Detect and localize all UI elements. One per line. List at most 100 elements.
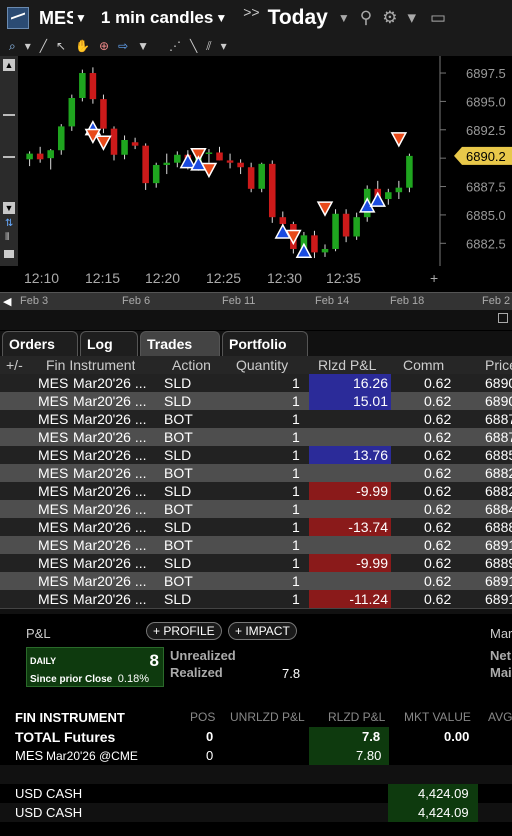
search-icon[interactable]: ⚲: [360, 8, 372, 28]
col-action[interactable]: Action: [172, 357, 211, 373]
mes-position-row[interactable]: MES Mar20'26 @CME 0 7.80: [0, 746, 512, 765]
table-row[interactable]: 13.76 MESMar20'26 ... SLD 1 0.62 6885: [0, 446, 512, 464]
candle-body[interactable]: [36, 153, 44, 160]
tab-trades[interactable]: Trades: [140, 331, 220, 356]
hdr-avg[interactable]: AVG: [488, 710, 512, 724]
tab-portfolio[interactable]: Portfolio: [222, 331, 308, 356]
candle-body[interactable]: [205, 152, 213, 154]
candlestick-chart[interactable]: 6897.56895.06892.56890.06887.56885.06882…: [18, 56, 512, 266]
time-axis-end-icon[interactable]: +: [430, 270, 438, 286]
candle-body[interactable]: [68, 98, 76, 127]
more-dropdown-icon[interactable]: ▼: [137, 39, 149, 53]
table-row[interactable]: MESMar20'26 ... BOT 1 0.62 6887: [0, 428, 512, 446]
interval-selector[interactable]: 1 min candles: [101, 8, 213, 28]
range-dropdown-icon[interactable]: ▼: [338, 11, 350, 25]
candle-body[interactable]: [268, 163, 276, 218]
table-row[interactable]: MESMar20'26 ... BOT 1 0.62 6891: [0, 536, 512, 554]
col-rlzd-pnl[interactable]: Rlzd P&L: [318, 357, 376, 373]
col-comm[interactable]: Comm: [403, 357, 444, 373]
table-row[interactable]: MESMar20'26 ... BOT 1 0.62 6887: [0, 410, 512, 428]
hdr-pos[interactable]: POS: [190, 710, 215, 724]
candle-body[interactable]: [279, 217, 287, 224]
scroll-up-button[interactable]: ▲: [3, 59, 15, 71]
candle-body[interactable]: [216, 152, 223, 161]
scale-grip[interactable]: [3, 114, 15, 116]
date-navigator[interactable]: ◀ Feb 3 Feb 6 Feb 11 Feb 14 Feb 18 Feb 2: [0, 292, 512, 310]
interval-dropdown-icon[interactable]: ▼: [215, 11, 227, 25]
table-row[interactable]: -9.99 MESMar20'26 ... SLD 1 0.62 6889: [0, 554, 512, 572]
candle-body[interactable]: [174, 154, 181, 163]
total-futures-row[interactable]: TOTAL Futures 0 7.8 0.00: [0, 727, 512, 746]
table-row[interactable]: 16.26 MESMar20'26 ... SLD 1 0.62 6890: [0, 374, 512, 392]
window-icon[interactable]: ▭: [430, 8, 446, 28]
symbol-selector[interactable]: MES: [39, 8, 73, 29]
candle-body[interactable]: [142, 145, 149, 184]
range-selector[interactable]: Today: [268, 6, 328, 30]
col-plusminus[interactable]: +/-: [6, 357, 23, 373]
candle-body[interactable]: [342, 213, 350, 237]
bars-icon[interactable]: ⦀: [5, 232, 9, 243]
tools-dropdown-icon[interactable]: ▾: [221, 39, 227, 53]
candle-body[interactable]: [311, 235, 318, 253]
table-row[interactable]: MESMar20'26 ... BOT 1 0.62 6891: [0, 572, 512, 590]
tab-orders[interactable]: Orders: [2, 331, 78, 356]
table-row[interactable]: MESMar20'26 ... BOT 1 0.62 6884: [0, 500, 512, 518]
candle-body[interactable]: [131, 142, 139, 146]
table-row[interactable]: -13.74 MESMar20'26 ... SLD 1 0.62 6888: [0, 518, 512, 536]
lock-icon[interactable]: [4, 250, 14, 258]
scroll-down-button[interactable]: ▼: [3, 202, 15, 214]
col-price[interactable]: Price: [485, 357, 512, 373]
profile-button[interactable]: + PROFILE: [146, 622, 222, 640]
trendline-icon[interactable]: ╲: [190, 39, 197, 53]
candle-body[interactable]: [163, 162, 171, 165]
gear-icon[interactable]: ⚙: [382, 8, 397, 28]
table-row[interactable]: -9.99 MESMar20'26 ... SLD 1 0.62 6882: [0, 482, 512, 500]
candle-body[interactable]: [395, 187, 403, 193]
fib-icon[interactable]: ⋰: [169, 39, 181, 53]
candle-body[interactable]: [353, 217, 360, 237]
candle-body[interactable]: [57, 126, 65, 151]
navigator-left-icon[interactable]: ◀: [3, 295, 11, 308]
candle-body[interactable]: [332, 213, 339, 249]
cursor-icon[interactable]: ↖: [56, 39, 66, 53]
fit-icon[interactable]: ⇅: [5, 218, 13, 229]
candle-body[interactable]: [237, 162, 244, 168]
candle-body[interactable]: [406, 155, 413, 188]
table-row[interactable]: 15.01 MESMar20'26 ... SLD 1 0.62 6890: [0, 392, 512, 410]
candle-body[interactable]: [152, 164, 160, 184]
candle-body[interactable]: [47, 150, 54, 159]
dropdown-icon[interactable]: ▾: [25, 39, 31, 53]
hand-icon[interactable]: ✋: [75, 39, 90, 53]
zoom-icon[interactable]: ⌕: [9, 39, 16, 54]
candle-body[interactable]: [247, 167, 255, 189]
draw-line-icon[interactable]: ╱: [40, 39, 47, 53]
candle-body[interactable]: [100, 99, 107, 129]
candle-body[interactable]: [89, 73, 97, 100]
minimize-icon[interactable]: ▾: [407, 8, 416, 28]
scale-grip-lower[interactable]: [3, 156, 15, 158]
hdr-rlzd[interactable]: RLZD P&L: [328, 710, 385, 724]
hdr-unrlzd[interactable]: UNRLZD P&L: [230, 710, 305, 724]
vertical-scale-control[interactable]: ▲ ▼ ⇅ ⦀: [0, 56, 18, 266]
col-instrument[interactable]: Fin Instrument: [46, 357, 135, 373]
hdr-mkt-value[interactable]: MKT VALUE: [404, 710, 471, 724]
detach-icon[interactable]: [498, 313, 508, 323]
candle-body[interactable]: [226, 160, 234, 163]
candle-body[interactable]: [385, 192, 392, 200]
candle-body[interactable]: [110, 128, 118, 155]
candle-body[interactable]: [258, 163, 265, 189]
impact-button[interactable]: + IMPACT: [228, 622, 297, 640]
table-row[interactable]: MESMar20'26 ... BOT 1 0.62 6882: [0, 464, 512, 482]
candle-body[interactable]: [121, 140, 128, 155]
crosshair-icon[interactable]: ⊕: [99, 39, 109, 53]
hdr-instrument[interactable]: FIN INSTRUMENT: [15, 710, 125, 725]
double-arrow-icon[interactable]: >>: [243, 4, 259, 20]
candle-body[interactable]: [321, 248, 329, 253]
col-quantity[interactable]: Quantity: [236, 357, 288, 373]
candle-body[interactable]: [79, 73, 86, 98]
candle-body[interactable]: [26, 153, 33, 160]
symbol-dropdown-icon[interactable]: ▼: [75, 11, 87, 25]
channel-icon[interactable]: ⫽: [206, 39, 211, 54]
usd-cash-row-1[interactable]: USD CASH 4,424.09: [0, 784, 512, 803]
tab-log[interactable]: Log: [80, 331, 138, 356]
